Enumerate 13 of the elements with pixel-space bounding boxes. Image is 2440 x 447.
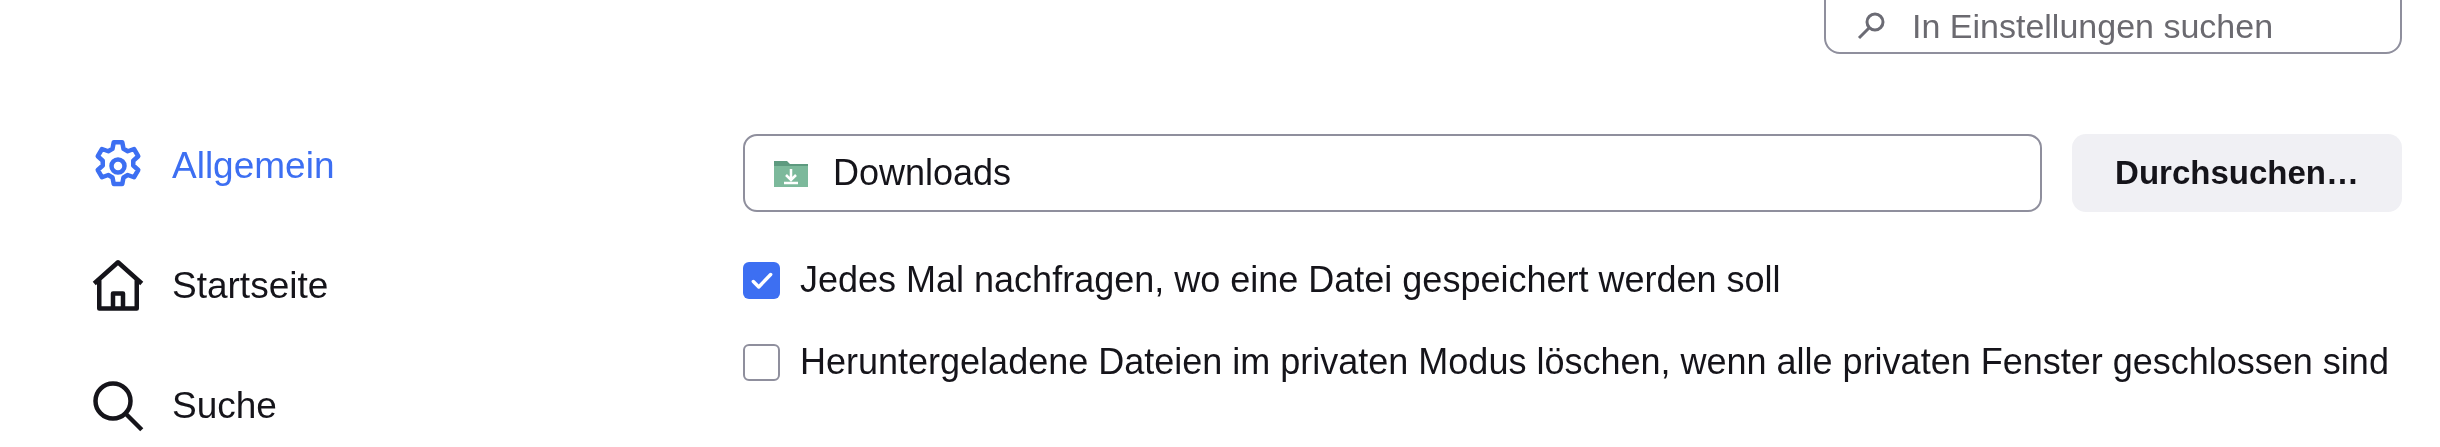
folder-download-icon xyxy=(773,158,809,188)
search-icon xyxy=(1856,11,1886,41)
browse-button[interactable]: Durchsuchen… xyxy=(2072,134,2402,212)
folder-field[interactable]: Downloads xyxy=(743,134,2042,212)
checkbox[interactable] xyxy=(743,262,780,299)
sidebar-item[interactable]: Startseite xyxy=(172,258,329,314)
sidebar-item[interactable]: Allgemein xyxy=(172,138,335,194)
search-field[interactable]: In Einstellungen suchen xyxy=(1824,0,2402,54)
checkbox[interactable] xyxy=(743,344,780,381)
checkbox-label: Heruntergeladene Dateien im privaten Modus löschen, wenn alle privaten Fenster geschlossen sind xyxy=(800,340,2389,384)
sidebar-item[interactable]: Suche xyxy=(172,378,277,434)
checkbox-label: Jedes Mal nachfragen, wo eine Datei gespeichert werden soll xyxy=(800,258,1781,302)
folder-name: Downloads xyxy=(833,151,1012,195)
